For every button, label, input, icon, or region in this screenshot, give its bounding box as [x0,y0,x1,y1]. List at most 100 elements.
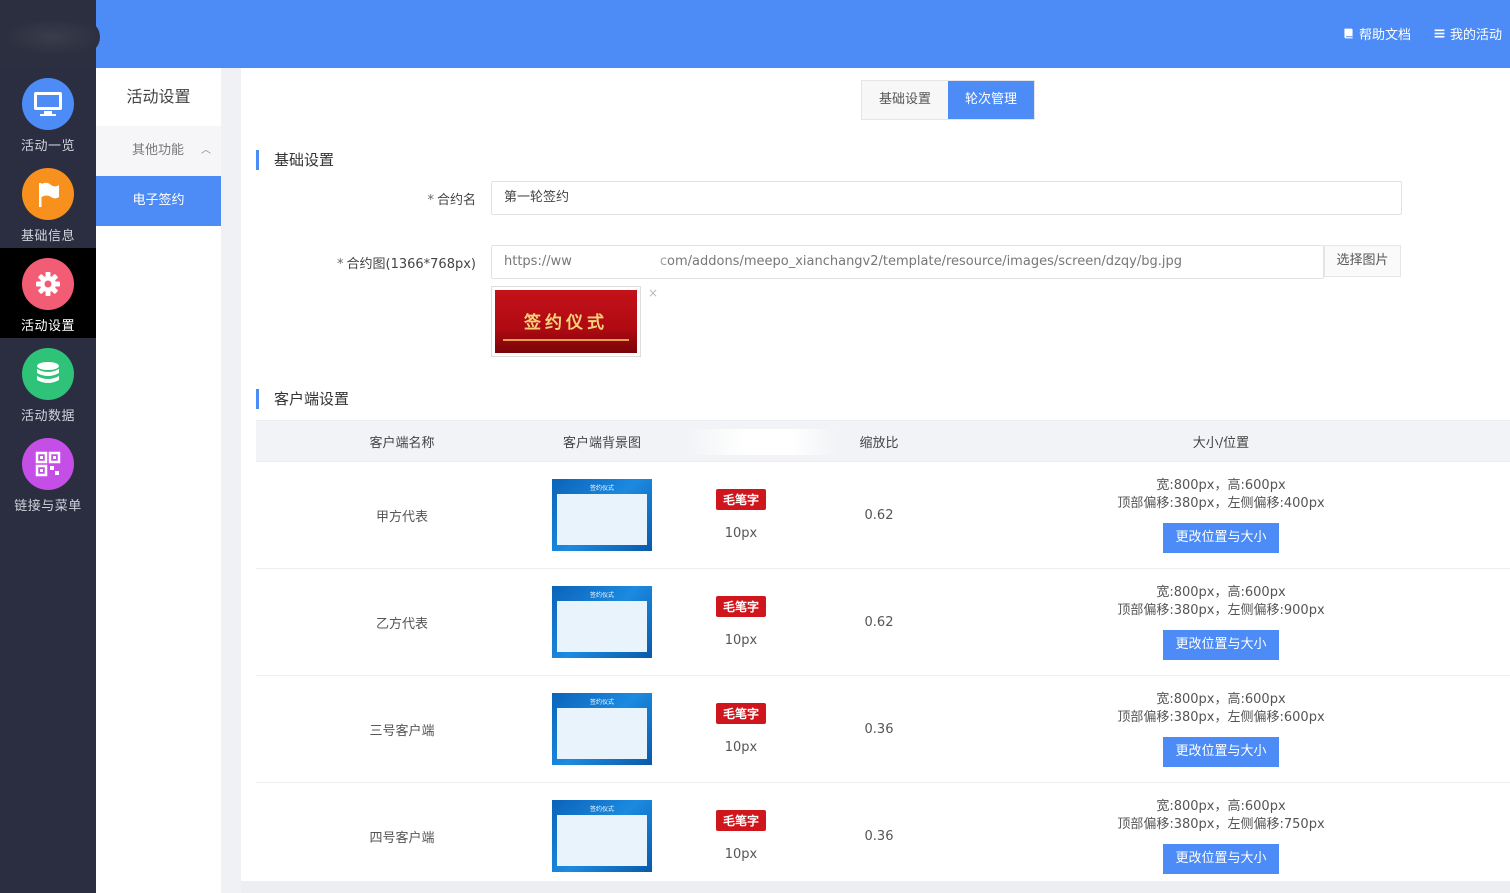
nav-label: 活动数据 [20,409,75,424]
nav-label: 链接与菜单 [14,499,82,514]
change-position-button[interactable]: 更改位置与大小 [1163,523,1279,553]
contract-image-preview: 签约仪式 [491,286,641,357]
main-content: 基础设置 轮次管理 基础设置 * 合约名 第一轮签约 * 合约图(1366*768p… [241,68,1510,893]
horizontal-scrollbar[interactable] [241,881,1510,893]
gear-icon [22,258,74,310]
thumb-caption: 签约仪式 [589,485,614,492]
monitor-icon [22,78,74,130]
nav-item-basic-info[interactable]: 基础信息 [0,158,96,248]
font-badge: 毛笔字 [715,703,766,724]
client-name: 三号客户端 [369,723,435,739]
contract-image-label-text: 合约图(1366*768px) [346,257,477,272]
size-text: 宽:800px，高:600px [1156,799,1286,814]
preview-image: 签约仪式 [495,290,637,353]
font-badge: 毛笔字 [715,489,766,510]
client-bg-thumbnail: 签约仪式 [552,586,652,658]
submenu-group-other[interactable]: 其他功能 ︿ [96,126,221,176]
scale-value: 0.62 [864,614,894,630]
nav-item-activity-list[interactable]: 活动一览 [0,68,96,158]
contract-image-label: * 合约图(1366*768px) [246,253,476,272]
tab-round-management[interactable]: 轮次管理 [948,81,1034,119]
size-text: 宽:800px，高:600px [1156,478,1286,493]
scale-value: 0.36 [864,828,894,844]
font-badge: 毛笔字 [715,596,766,617]
my-activity-link[interactable]: 我的活动 [1433,24,1502,43]
size-text: 宽:800px，高:600px [1156,585,1286,600]
col-client-bg: 客户端背景图 [562,435,641,451]
left-nav: 活动一览 基础信息 活动设置 活动数据 链接与菜单 [0,68,96,893]
required-mark: * [337,257,344,272]
scale-value: 0.62 [864,507,894,523]
nav-label: 基础信息 [20,229,75,244]
client-table: 客户端名称 客户端背景图 缩放比 大小/位置 甲方代表 签约仪式 毛笔字 10px… [256,420,1510,890]
url-right: com/addons/meepo_xianchangv2/template/re… [659,254,1182,269]
change-position-button[interactable]: 更改位置与大小 [1163,844,1279,874]
top-header: 帮助文档 我的活动 [0,0,1510,68]
my-activity-label: 我的活动 [1449,28,1502,43]
table-row: 四号客户端 签约仪式 毛笔字 10px 0.36 宽:800px，高:600px 顶… [256,783,1510,890]
nav-item-links-menu[interactable]: 链接与菜单 [0,428,96,518]
offset-text: 顶部偏移:380px，左侧偏移:600px [1117,710,1325,725]
client-name: 四号客户端 [369,830,435,846]
col-size-position: 大小/位置 [1192,435,1250,451]
flag-icon [22,168,74,220]
font-size: 10px [724,526,758,541]
database-icon [22,348,74,400]
preview-title: 签约仪式 [524,313,608,333]
table-header: 客户端名称 客户端背景图 缩放比 大小/位置 [256,420,1510,462]
submenu-group-label: 其他功能 [132,143,185,158]
col-client-name: 客户端名称 [369,435,435,451]
section-title-basic: 基础设置 [256,150,334,170]
url-left: https://ww [504,254,572,269]
font-size: 10px [724,740,758,755]
change-position-button[interactable]: 更改位置与大小 [1163,737,1279,767]
logo[interactable] [0,0,100,68]
chevron-up-icon: ︿ [201,145,211,156]
table-row: 乙方代表 签约仪式 毛笔字 10px 0.62 宽:800px，高:600px 顶部… [256,569,1510,676]
change-position-button[interactable]: 更改位置与大小 [1163,630,1279,660]
contract-name-input[interactable]: 第一轮签约 [491,181,1402,215]
url-redaction [576,246,666,276]
offset-text: 顶部偏移:380px，左侧偏移:750px [1117,817,1325,832]
client-name: 乙方代表 [375,616,428,632]
choose-image-button[interactable]: 选择图片 [1324,245,1401,277]
required-mark: * [427,193,434,208]
contract-name-label: * 合约名 [246,189,476,208]
font-size: 10px [724,633,758,648]
thumb-caption: 签约仪式 [589,592,614,599]
submenu-item-esign[interactable]: 电子签约 [96,176,221,226]
help-docs-link[interactable]: 帮助文档 [1342,24,1411,43]
tab-bar: 基础设置 轮次管理 [861,80,1035,120]
size-text: 宽:800px，高:600px [1156,692,1286,707]
submenu-title: 活动设置 [126,87,191,106]
qrcode-icon [22,438,74,490]
col-scale: 缩放比 [859,435,899,451]
font-badge: 毛笔字 [715,810,766,831]
client-bg-thumbnail: 签约仪式 [552,479,652,551]
scale-value: 0.36 [864,721,894,737]
client-bg-thumbnail: 签约仪式 [552,693,652,765]
book-icon [1344,28,1353,39]
nav-label: 活动一览 [20,139,75,154]
table-row: 甲方代表 签约仪式 毛笔字 10px 0.62 宽:800px，高:600px 顶部… [256,462,1510,569]
section-title-client: 客户端设置 [256,389,349,409]
offset-text: 顶部偏移:380px，左侧偏移:400px [1117,496,1325,511]
font-size: 10px [724,847,758,862]
table-row: 三号客户端 签约仪式 毛笔字 10px 0.36 宽:800px，高:600px 顶… [256,676,1510,783]
help-docs-label: 帮助文档 [1358,28,1411,43]
remove-image-icon[interactable]: × [648,286,658,300]
offset-text: 顶部偏移:380px，左侧偏移:900px [1117,603,1325,618]
client-name: 甲方代表 [375,509,428,525]
menu-icon [1434,29,1445,38]
nav-item-activity-settings[interactable]: 活动设置 [0,248,96,338]
thumb-caption: 签约仪式 [589,806,614,813]
thumb-caption: 签约仪式 [589,699,614,706]
header-redaction [686,429,836,455]
contract-name-label-text: 合约名 [436,193,476,208]
column-divider [221,68,241,893]
tab-basic-settings[interactable]: 基础设置 [862,81,948,119]
sub-menu: 活动设置 其他功能 ︿ 电子签约 [96,68,221,893]
nav-label: 活动设置 [20,319,75,334]
nav-item-activity-data[interactable]: 活动数据 [0,338,96,428]
client-bg-thumbnail: 签约仪式 [552,800,652,872]
